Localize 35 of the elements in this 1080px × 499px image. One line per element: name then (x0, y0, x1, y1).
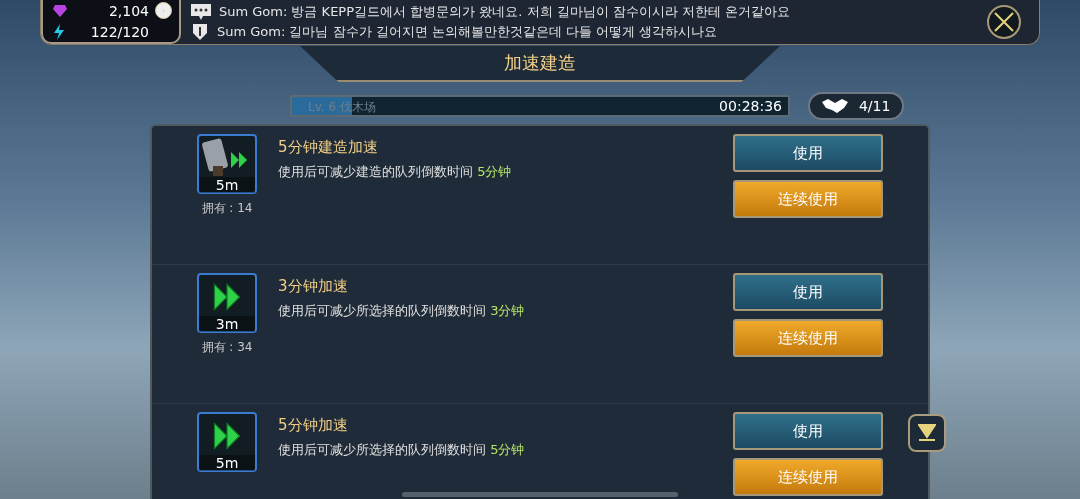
shield-icon (191, 23, 209, 41)
item-tile: 3m (197, 273, 257, 333)
use-button[interactable]: 使用 (733, 273, 883, 311)
add-button[interactable] (155, 2, 172, 20)
close-icon (994, 12, 1014, 32)
gem-icon (53, 4, 67, 17)
hammer-arrow-icon (201, 137, 247, 176)
double-arrow-icon (213, 422, 241, 450)
item-tile: 5m (197, 412, 257, 472)
scroll-bottom-icon (918, 423, 936, 443)
title-banner: 加速建造 (300, 46, 780, 82)
chat-message: Sum Gom: 길마님 잠수가 길어지면 논의해볼만한것같은데 다들 어떻게 생각하시나요 (217, 23, 718, 41)
item-description: 使用后可减少所选择的队列倒数时间 5分钟 (278, 441, 526, 459)
scroll-down-button[interactable] (908, 414, 946, 452)
lightning-icon (53, 23, 65, 40)
speech-bubble-icon (191, 4, 211, 20)
energy-count: 122/120 (89, 23, 149, 40)
double-arrow-icon (213, 283, 241, 311)
item-title: 5分钟加速 (278, 416, 349, 435)
countdown-time: 00:28:36 (719, 98, 782, 114)
use-button[interactable]: 使用 (733, 134, 883, 172)
item-tile: 5m (197, 134, 257, 194)
gem-count: 2,104 (107, 2, 149, 19)
help-button[interactable]: 4/11 (808, 92, 904, 120)
use-button[interactable]: 使用 (733, 412, 883, 450)
item-title: 3分钟加速 (278, 277, 349, 296)
chat-message: Sum Gom: 방금 KEPP길드에서 합병문의가 왔네요. 저희 길마님이 잠수이시라 저한테 온거같아요 (219, 3, 791, 21)
owned-count: 拥有 : 14 (201, 200, 253, 217)
handshake-icon (821, 98, 848, 114)
owned-count: 拥有 : 34 (201, 339, 253, 356)
close-button[interactable] (987, 5, 1021, 39)
scroll-bar[interactable] (402, 492, 678, 497)
item-description: 使用后可减少所选择的队列倒数时间 3分钟 (278, 302, 526, 320)
item-title: 5分钟建造加速 (278, 138, 379, 157)
item-description: 使用后可减少建造的队列倒数时间 5分钟 (278, 163, 513, 181)
